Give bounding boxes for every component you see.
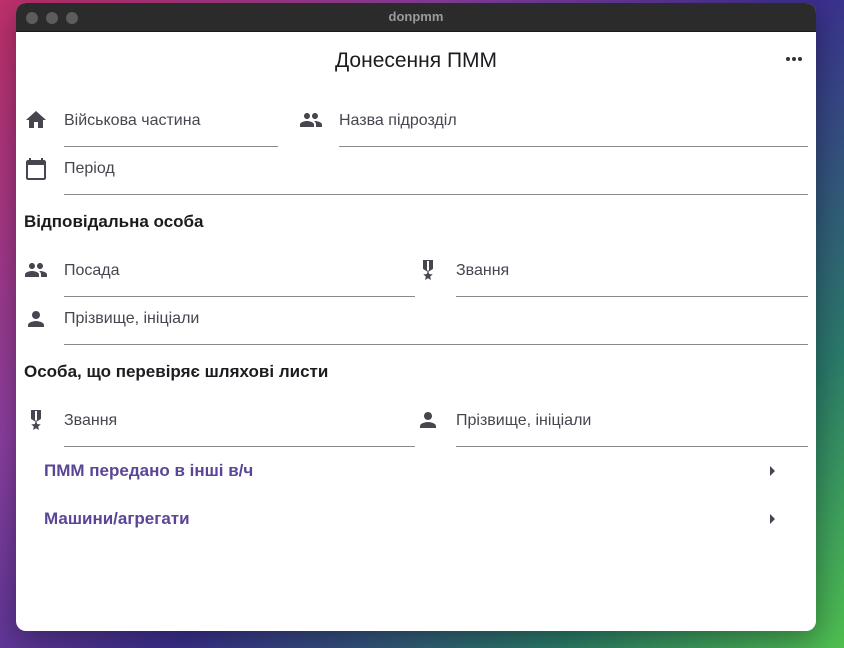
person-icon — [24, 307, 48, 331]
person-icon — [416, 408, 440, 432]
rank-field[interactable] — [456, 248, 808, 297]
position-field[interactable] — [64, 248, 415, 297]
arrow-right-icon — [760, 507, 784, 531]
checker-surname-input[interactable] — [456, 412, 808, 430]
subdivision-input[interactable] — [339, 112, 808, 130]
window-title: donpmm — [388, 9, 444, 24]
page-title: Донесення ПММ — [334, 49, 498, 72]
period-input[interactable] — [64, 160, 808, 178]
home-icon — [24, 108, 48, 132]
rank-input[interactable] — [456, 262, 808, 280]
more-menu-button[interactable] — [782, 47, 806, 71]
app-window: donpmm Донесення ПММ Відповідальна особа — [16, 3, 816, 631]
vehicles-label: Машини/агрегати — [44, 509, 190, 528]
more-horiz-icon — [786, 57, 790, 61]
surname-initials-field[interactable] — [64, 296, 808, 345]
period-field[interactable] — [64, 146, 808, 195]
app-content: Донесення ПММ Відповідальна особа — [16, 32, 816, 631]
people-icon — [24, 258, 48, 282]
checker-rank-field[interactable] — [64, 398, 415, 447]
military-medal-icon — [416, 258, 440, 282]
transferred-fuel-label: ПММ передано в інші в/ч — [44, 461, 254, 480]
checker-rank-input[interactable] — [64, 412, 415, 430]
position-input[interactable] — [64, 262, 415, 280]
arrow-right-icon — [760, 459, 784, 483]
vehicles-link[interactable]: Машини/агрегати — [44, 499, 784, 539]
calendar-icon — [24, 157, 48, 181]
responsible-person-heading: Відповідальна особа — [24, 212, 204, 231]
checker-heading: Особа, що перевіряє шляхові листи — [24, 362, 329, 381]
military-unit-input[interactable] — [64, 112, 278, 130]
subdivision-field[interactable] — [339, 98, 808, 147]
checker-surname-field[interactable] — [456, 398, 808, 447]
people-icon — [299, 108, 323, 132]
military-medal-icon — [24, 408, 48, 432]
window-titlebar: donpmm — [16, 3, 816, 32]
military-unit-field[interactable] — [64, 98, 278, 147]
transferred-fuel-link[interactable]: ПММ передано в інші в/ч — [44, 451, 784, 491]
surname-initials-input[interactable] — [64, 310, 808, 328]
